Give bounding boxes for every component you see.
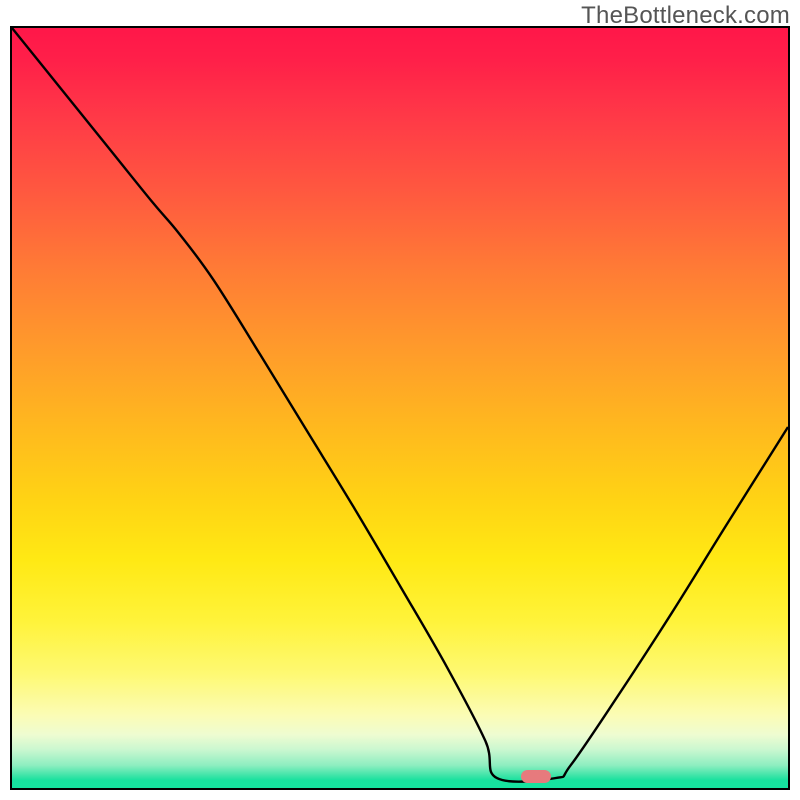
gradient-background <box>12 28 788 788</box>
watermark-text: TheBottleneck.com <box>581 2 790 30</box>
optimum-marker-pill <box>521 770 551 783</box>
plot-area <box>10 26 790 790</box>
chart-container: TheBottleneck.com <box>0 0 800 800</box>
